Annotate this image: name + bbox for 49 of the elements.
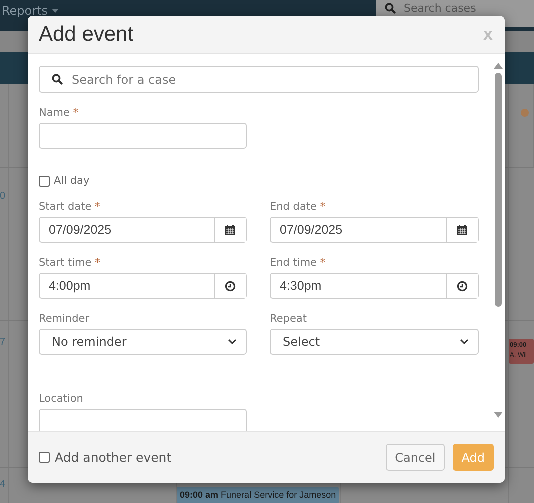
checkbox[interactable] [39,176,50,186]
calendar-button[interactable] [446,218,478,242]
text-field[interactable] [39,123,247,149]
date-field[interactable]: 07/09/2025 [270,217,479,243]
search-icon [52,74,63,85]
scroll-down-arrow-icon [494,412,502,418]
field-label: Start date * [39,201,102,213]
field-label: Location [39,393,84,405]
clock-icon [225,280,236,292]
chevron-down-icon [228,339,237,345]
day-number: 7 [0,337,6,348]
checkbox[interactable] [39,452,50,463]
time-input[interactable]: 4:00pm [40,274,214,298]
search-icon [385,3,396,14]
time-field[interactable]: 4:00pm [39,273,247,299]
field-label: End time * [270,257,327,269]
date-input[interactable]: 07/09/2025 [40,218,214,242]
date-input[interactable]: 07/09/2025 [271,218,446,242]
day-number: 0 [0,191,6,202]
date-field[interactable]: 07/09/2025 [39,217,247,243]
field-label: Start time * [39,257,102,269]
field-label: Reminder [39,313,91,325]
clock-button[interactable] [214,274,246,298]
field-label: Name * [39,107,80,119]
calendar-icon [457,224,468,236]
reports-menu[interactable]: Reports [2,4,48,18]
day-number: 4 [0,479,6,490]
caret-icon [52,9,60,13]
case-search-field[interactable]: Search for a case [39,66,479,93]
time-field[interactable]: 4:30pm [270,273,479,299]
calendar-icon [225,224,236,236]
dropdown[interactable]: No reminder [39,329,247,355]
dropdown[interactable]: Select [270,329,479,355]
clock-button[interactable] [446,274,478,298]
field-label: Repeat [270,313,308,325]
dialog-title: Add event [39,22,134,46]
calendar-button[interactable] [214,218,246,242]
time-input[interactable]: 4:30pm [271,274,446,298]
scrollbar-thumb[interactable] [494,73,502,307]
text-field[interactable] [39,409,247,431]
field-label: End date * [270,201,327,213]
clock-icon [457,280,468,292]
checkbox-label: Add another event [55,450,172,465]
calendar-event[interactable]: 09:00 am Funeral Service for Jameson [177,487,340,503]
scroll-up-arrow-icon [494,63,502,69]
cancel-button[interactable]: Cancel [386,444,445,471]
status-dot [521,109,529,117]
checkbox-label: All day [54,175,90,187]
chevron-down-icon [460,339,469,345]
